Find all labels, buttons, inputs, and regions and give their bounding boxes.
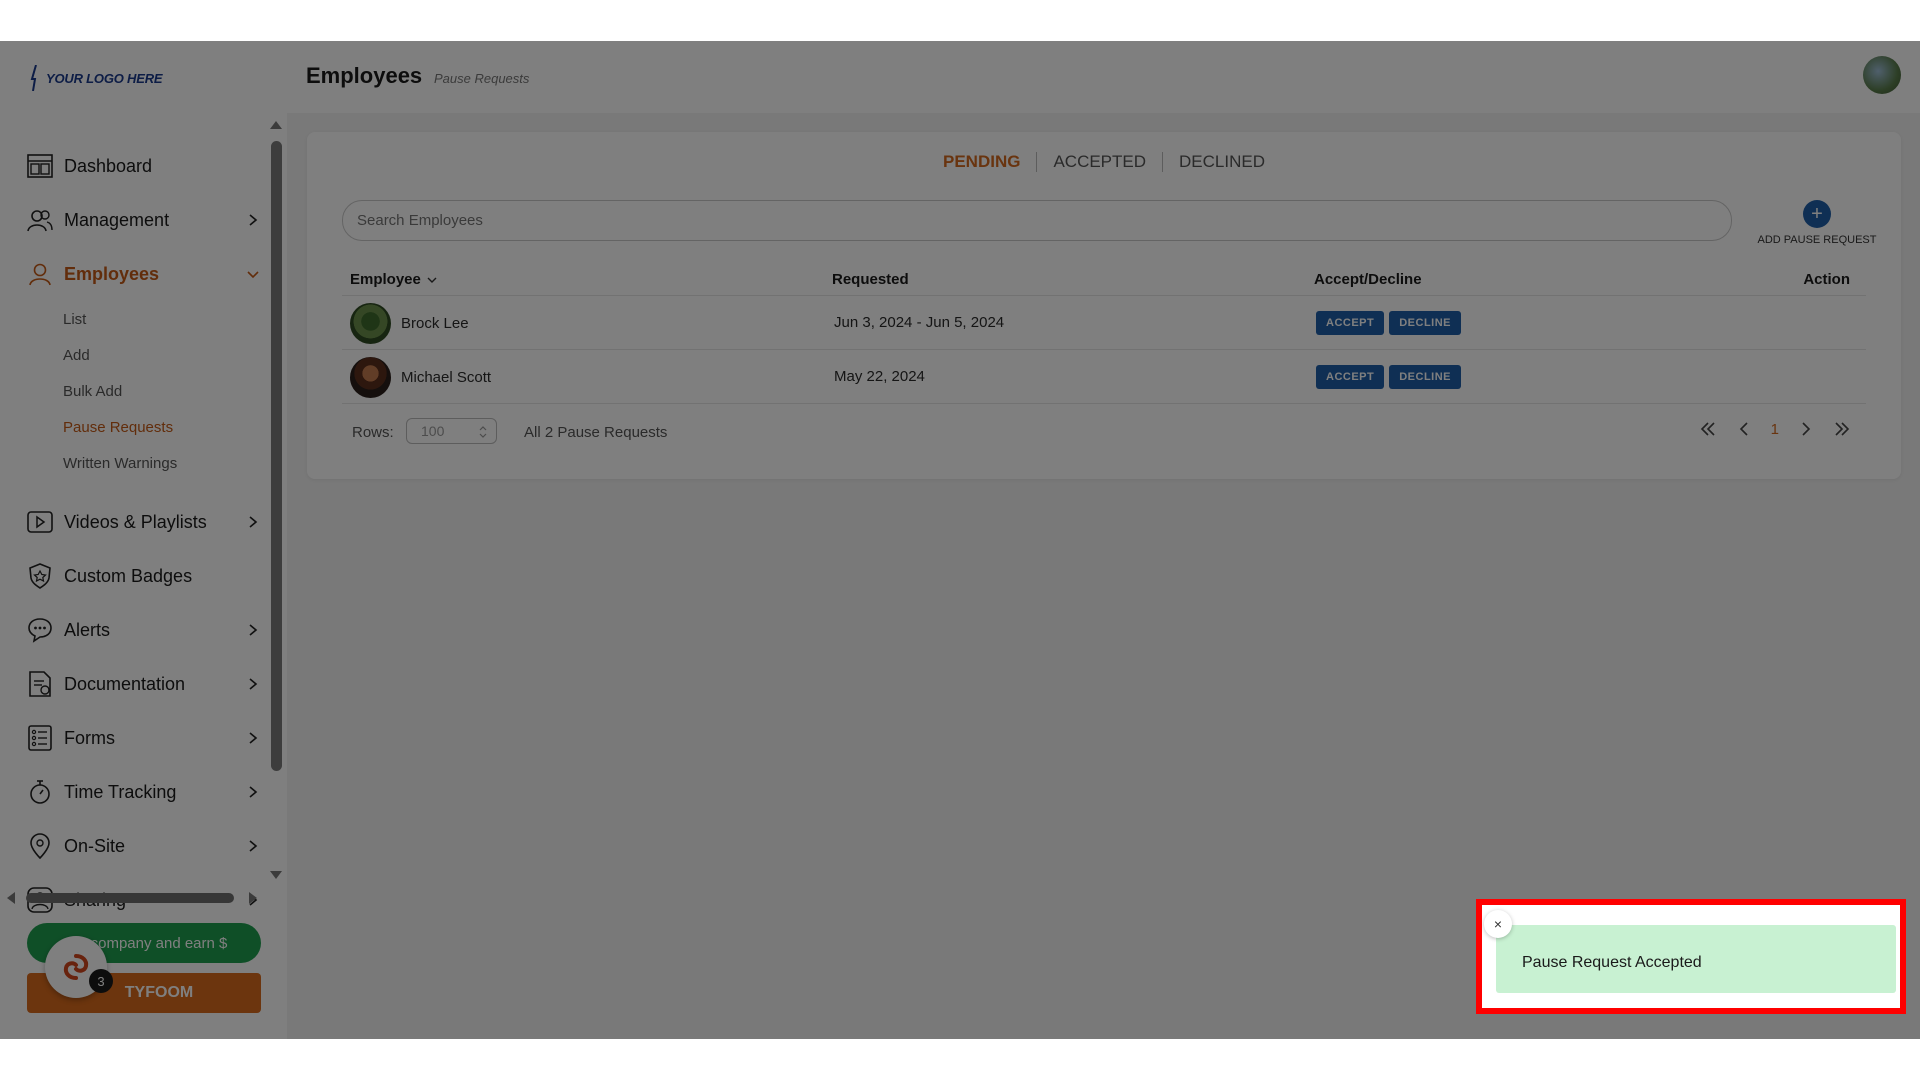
modal-overlay[interactable] — [0, 41, 1920, 1039]
highlight-box — [1476, 899, 1906, 1014]
